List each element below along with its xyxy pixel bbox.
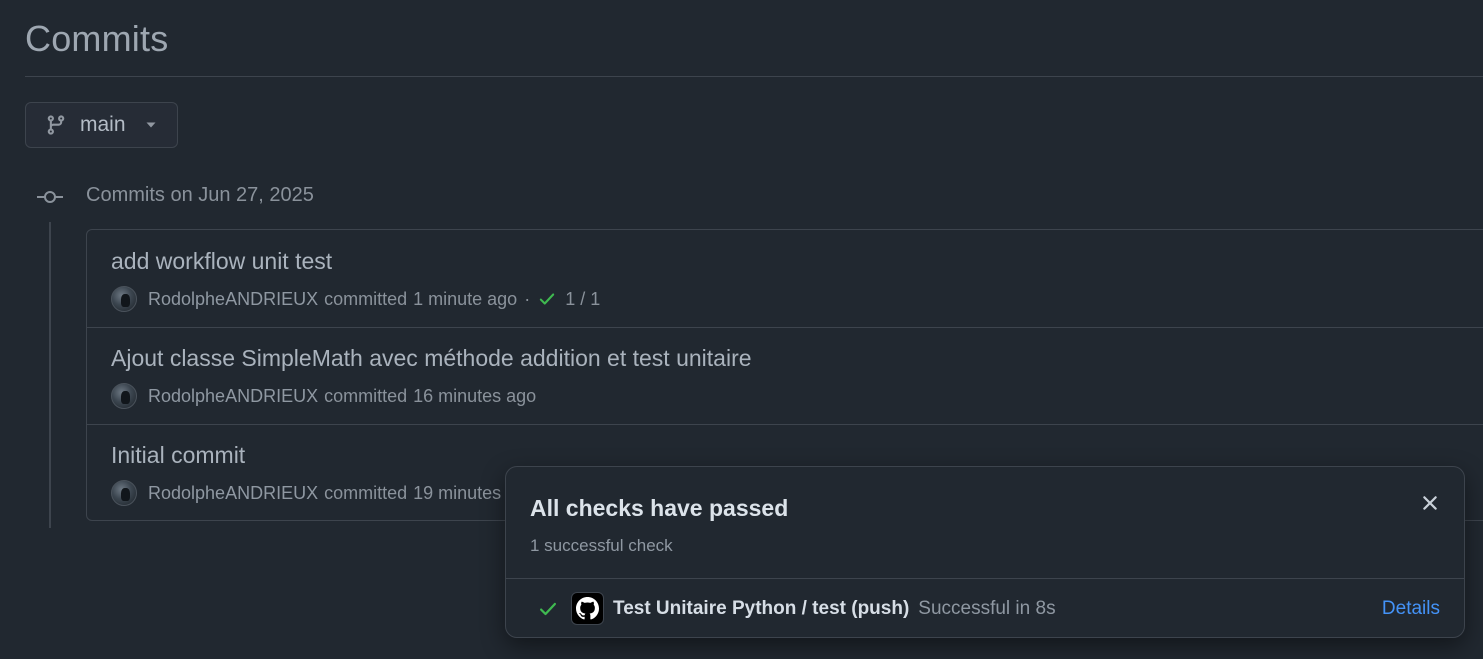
- branch-name: main: [80, 113, 126, 136]
- check-run-name: Test Unitaire Python / test (push): [613, 597, 910, 619]
- check-run-row: Test Unitaire Python / test (push) Succe…: [506, 579, 1464, 638]
- close-icon[interactable]: [1420, 493, 1440, 513]
- commit-group-heading: Commits on Jun 27, 2025: [86, 184, 314, 206]
- avatar[interactable]: [111, 286, 137, 312]
- check-status-icon[interactable]: [537, 290, 557, 308]
- commit-meta: RodolpheANDRIEUX committed 19 minutes ag…: [111, 480, 536, 506]
- commit-row: Ajout classe SimpleMath avec méthode add…: [87, 327, 1483, 425]
- commit-action: committed: [324, 385, 408, 406]
- git-commit-icon: [37, 187, 63, 207]
- github-icon: [571, 592, 604, 625]
- timeline-line: [49, 222, 51, 528]
- commit-message-link[interactable]: add workflow unit test: [111, 248, 332, 275]
- commit-row: add workflow unit test RodolpheANDRIEUX …: [87, 230, 1483, 328]
- check-count[interactable]: 1 / 1: [565, 289, 600, 310]
- commit-meta: RodolpheANDRIEUX committed 16 minutes ag…: [111, 383, 536, 409]
- details-link[interactable]: Details: [1382, 598, 1440, 620]
- checks-popover: All checks have passed 1 successful chec…: [505, 466, 1465, 638]
- commit-author[interactable]: RodolpheANDRIEUX: [148, 289, 318, 310]
- commit-action: committed: [324, 482, 408, 503]
- popover-title: All checks have passed: [530, 495, 789, 521]
- commit-action: committed: [324, 288, 408, 309]
- avatar[interactable]: [111, 480, 137, 506]
- commit-message-link[interactable]: Ajout classe SimpleMath avec méthode add…: [111, 345, 752, 372]
- page-title: Commits: [25, 18, 169, 59]
- commit-message-link[interactable]: Initial commit: [111, 442, 245, 469]
- commits-page: Commits main Commits on Jun 27, 2025 add…: [0, 0, 1483, 659]
- avatar[interactable]: [111, 383, 137, 409]
- title-divider: [25, 76, 1483, 77]
- check-run-status: Successful in 8s: [918, 597, 1056, 619]
- branch-selector-button[interactable]: main: [25, 102, 178, 148]
- commit-meta: RodolpheANDRIEUX committed 1 minute ago …: [111, 286, 600, 312]
- commit-author[interactable]: RodolpheANDRIEUX: [148, 483, 318, 504]
- popover-subtitle: 1 successful check: [530, 536, 673, 555]
- commit-time: 16 minutes ago: [413, 385, 537, 406]
- chevron-down-icon: [145, 119, 157, 131]
- commit-author[interactable]: RodolpheANDRIEUX: [148, 386, 318, 407]
- meta-separator: ·: [524, 288, 531, 309]
- commit-time: 1 minute ago: [413, 288, 518, 309]
- check-success-icon: [537, 599, 559, 619]
- git-branch-icon: [45, 114, 67, 136]
